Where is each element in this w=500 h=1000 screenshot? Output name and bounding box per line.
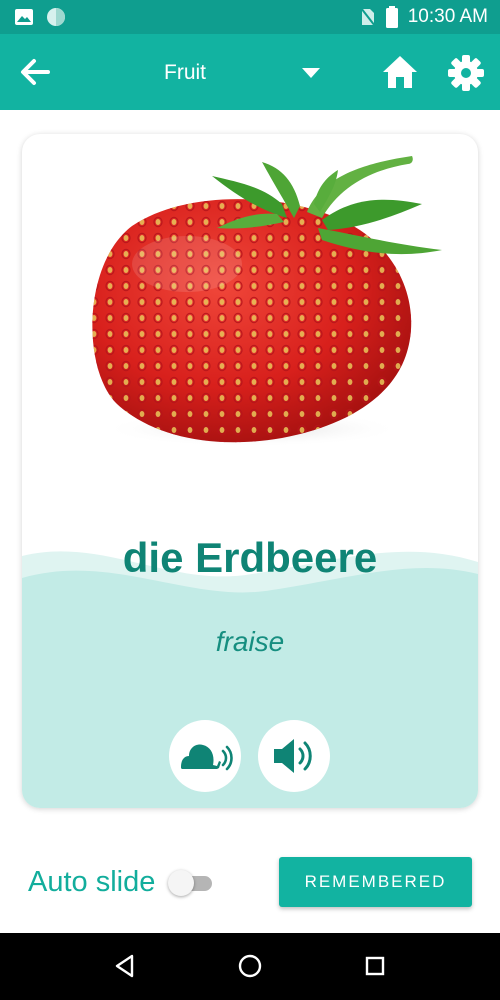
auto-slide-toggle[interactable] <box>168 870 216 896</box>
category-dropdown[interactable]: Fruit <box>150 54 330 90</box>
battery-icon <box>385 6 398 28</box>
flashcard[interactable]: die Erdbeere fraise <box>22 134 478 808</box>
home-icon[interactable] <box>381 54 419 90</box>
status-time: 10:30 AM <box>407 6 488 27</box>
speaker-icon <box>274 739 312 773</box>
circle-icon <box>47 8 65 26</box>
image-icon <box>15 9 33 25</box>
system-nav-bar <box>0 933 500 1000</box>
foreign-word: die Erdbeere <box>122 534 378 581</box>
dropdown-caret-icon <box>302 68 320 78</box>
translation-text: fraise <box>215 626 285 657</box>
gear-icon[interactable] <box>446 53 486 93</box>
back-arrow-icon[interactable] <box>18 56 52 88</box>
snail-sound-icon <box>181 744 233 771</box>
back-triangle-icon[interactable] <box>112 953 138 979</box>
auto-slide-label: Auto slide <box>28 866 156 898</box>
toggle-thumb <box>168 870 194 896</box>
home-circle-icon[interactable] <box>237 953 263 979</box>
play-audio-button[interactable] <box>258 720 330 792</box>
recents-square-icon[interactable] <box>362 953 388 979</box>
status-bar: 10:30 AM <box>0 0 500 34</box>
no-sim-icon <box>359 7 376 27</box>
slow-audio-button[interactable] <box>169 720 241 792</box>
category-title: Fruit <box>164 61 206 84</box>
wave-background <box>22 551 478 808</box>
app-bar: Fruit <box>0 34 500 110</box>
remembered-button[interactable]: REMEMBERED <box>279 857 472 907</box>
strawberry-image <box>92 156 442 447</box>
